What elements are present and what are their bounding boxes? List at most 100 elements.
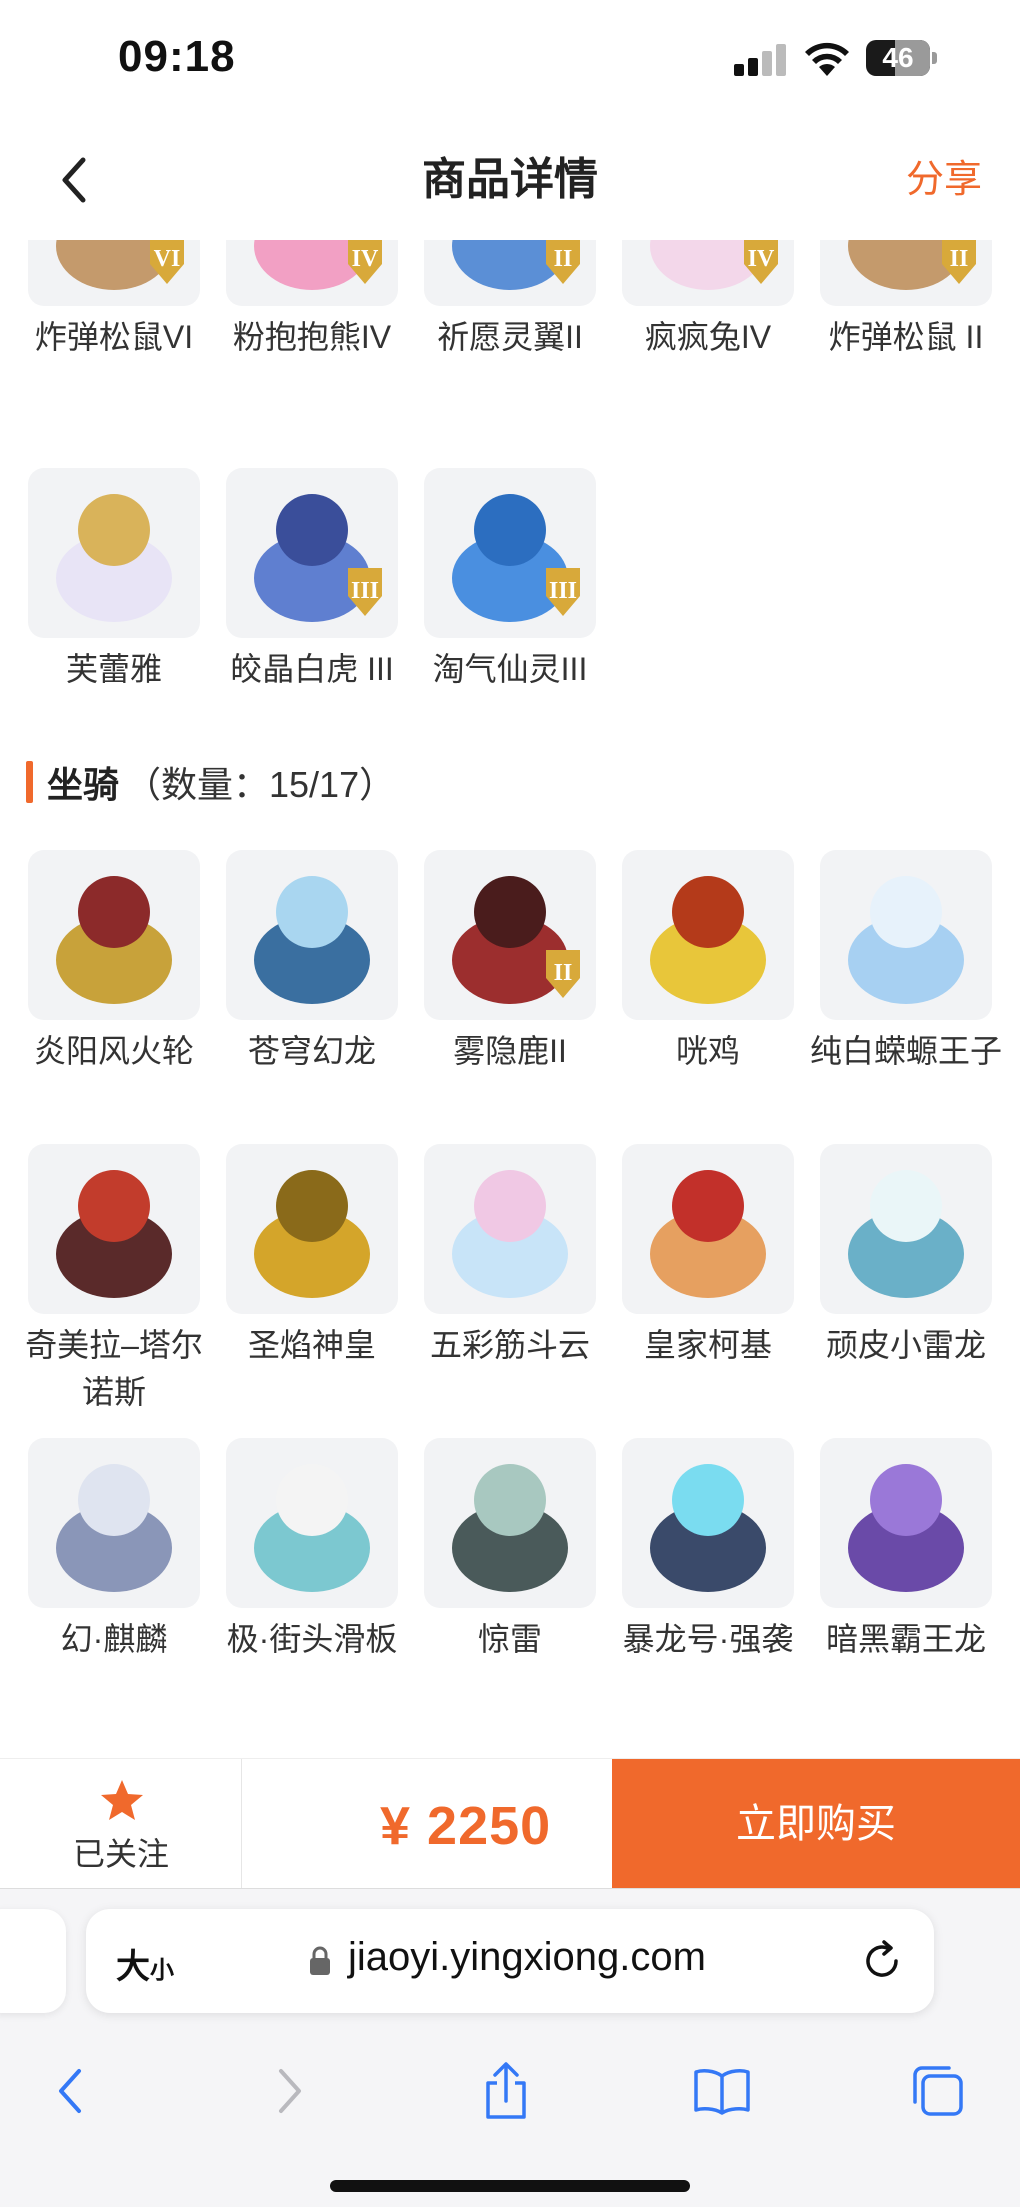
browser-back-button[interactable] [38, 2059, 102, 2123]
section-title: 坐骑 [47, 764, 120, 805]
lock-icon [310, 1946, 330, 1975]
status-time: 09:18 [118, 32, 236, 81]
item-thumbnail [622, 850, 794, 1020]
chevron-left-icon [59, 2069, 81, 2113]
item-artwork: IV [254, 240, 382, 290]
item-artwork [848, 876, 964, 1004]
item-artwork [254, 1464, 370, 1592]
text-size-button[interactable]: 大小 [116, 1939, 174, 1988]
item-name: 幻·麒麟 [60, 1621, 168, 1657]
item-thumbnail [424, 1438, 596, 1608]
url-text: jiaoyi.yingxiong.com [348, 1935, 706, 1979]
item-thumbnail [424, 1144, 596, 1314]
item-thumbnail [820, 1438, 992, 1608]
follow-button[interactable]: 已关注 [0, 1759, 242, 1889]
item-artwork [650, 876, 766, 1004]
item-artwork [56, 1170, 172, 1298]
book-icon [694, 2069, 750, 2115]
item-name: 炸弹松鼠VI [34, 319, 194, 355]
item-thumbnail [226, 1144, 398, 1314]
text-size-small: 小 [150, 1957, 174, 1984]
item-name: 芙蕾雅 [65, 651, 162, 687]
item-artwork [848, 1464, 964, 1592]
item-thumbnail [622, 1438, 794, 1608]
address-bar[interactable]: 大小 jiaoyi.yingxiong.com [86, 1909, 934, 2013]
item-name: 暗黑霸王龙 [825, 1621, 986, 1657]
item-thumbnail [820, 1144, 992, 1314]
item-name: 粉抱抱熊IV [232, 319, 392, 355]
section-count: （数量：15/17） [125, 764, 396, 805]
item-artwork [56, 1464, 172, 1592]
item-thumbnail [226, 1438, 398, 1608]
tabs-button[interactable] [906, 2059, 970, 2123]
follow-label: 已关注 [72, 1836, 169, 1872]
browser-toolbar: 大小 jiaoyi.yingxiong.com [0, 1888, 1020, 2207]
item-thumbnail [820, 850, 992, 1020]
item-name: 奇美拉–塔尔诺斯 [25, 1327, 203, 1410]
item-artwork [254, 876, 370, 1004]
share-button[interactable]: 分享 [906, 150, 982, 210]
item-thumbnail [622, 1144, 794, 1314]
item-artwork [452, 1170, 568, 1298]
battery-icon: 46 [866, 40, 938, 76]
item-thumbnail: IV [622, 240, 794, 306]
item-artwork [650, 1170, 766, 1298]
buy-now-button[interactable]: 立即购买 [612, 1759, 1020, 1889]
item-artwork [254, 1170, 370, 1298]
item-name: 咣鸡 [675, 1033, 740, 1069]
item-artwork [56, 494, 172, 622]
item-thumbnail: VI [28, 240, 200, 306]
item-artwork: II [452, 240, 580, 290]
item-name: 雾隐鹿II [453, 1033, 567, 1069]
level-badge-text: IV [352, 246, 379, 272]
item-name: 顽皮小雷龙 [825, 1327, 986, 1363]
item-thumbnail: III [226, 468, 398, 638]
nav-header: 商品详情 分享 [0, 120, 1020, 240]
tabs-icon [913, 2066, 963, 2116]
item-thumbnail: II [820, 240, 992, 306]
home-indicator [330, 2180, 690, 2192]
item-artwork: VI [56, 240, 184, 290]
share-sheet-button[interactable] [474, 2059, 538, 2123]
item-name: 皎晶白虎 III [230, 651, 394, 687]
battery-level: 46 [882, 42, 914, 73]
item-thumbnail [28, 468, 200, 638]
text-size-large: 大 [116, 1948, 150, 1986]
item-thumbnail [28, 1438, 200, 1608]
item-name: 炸弹松鼠 II [828, 319, 984, 355]
level-badge-text: II [950, 246, 969, 272]
product-content[interactable]: VI 炸弹松鼠VI IV 粉抱抱熊IV II 祈愿灵翼II IV 疯疯兔IV II 炸弹松鼠 II… [0, 240, 1020, 1730]
item-name: 皇家柯基 [643, 1327, 772, 1363]
cellular-signal-icon [734, 44, 786, 76]
item-name: 暴龙号·强袭 [622, 1621, 794, 1657]
item-name: 苍穹幻龙 [247, 1033, 376, 1069]
browser-forward-button[interactable] [258, 2059, 322, 2123]
previous-tab[interactable] [0, 1909, 66, 2013]
item-name: 祈愿灵翼II [437, 319, 583, 355]
item-artwork [56, 876, 172, 1004]
bookmarks-button[interactable] [690, 2059, 754, 2123]
item-thumbnail [28, 1144, 200, 1314]
level-badge-text: VI [154, 246, 181, 272]
item-thumbnail [28, 850, 200, 1020]
item-artwork: II [452, 876, 580, 1004]
item-name: 纯白蝾螈王子 [809, 1033, 1002, 1069]
level-badge-text: II [554, 960, 573, 986]
item-thumbnail: III [424, 468, 596, 638]
item-artwork: II [848, 240, 976, 290]
item-name: 炎阳风火轮 [33, 1033, 194, 1069]
status-bar: 09:18 46 [0, 0, 1020, 120]
item-name: 五彩筋斗云 [429, 1327, 590, 1363]
share-icon [486, 2062, 526, 2119]
chevron-right-icon [279, 2069, 301, 2113]
item-artwork [848, 1170, 964, 1298]
level-badge-text: II [554, 246, 573, 272]
level-badge-text: IV [748, 246, 775, 272]
page-title: 商品详情 [422, 155, 598, 204]
item-thumbnail: II [424, 240, 596, 306]
reload-icon[interactable] [860, 1939, 904, 1983]
mounts-section-header: 坐骑 （数量：15/17） [26, 757, 395, 807]
level-badge-text: III [351, 578, 379, 604]
item-artwork: IV [650, 240, 778, 290]
item-thumbnail: II [424, 850, 596, 1020]
